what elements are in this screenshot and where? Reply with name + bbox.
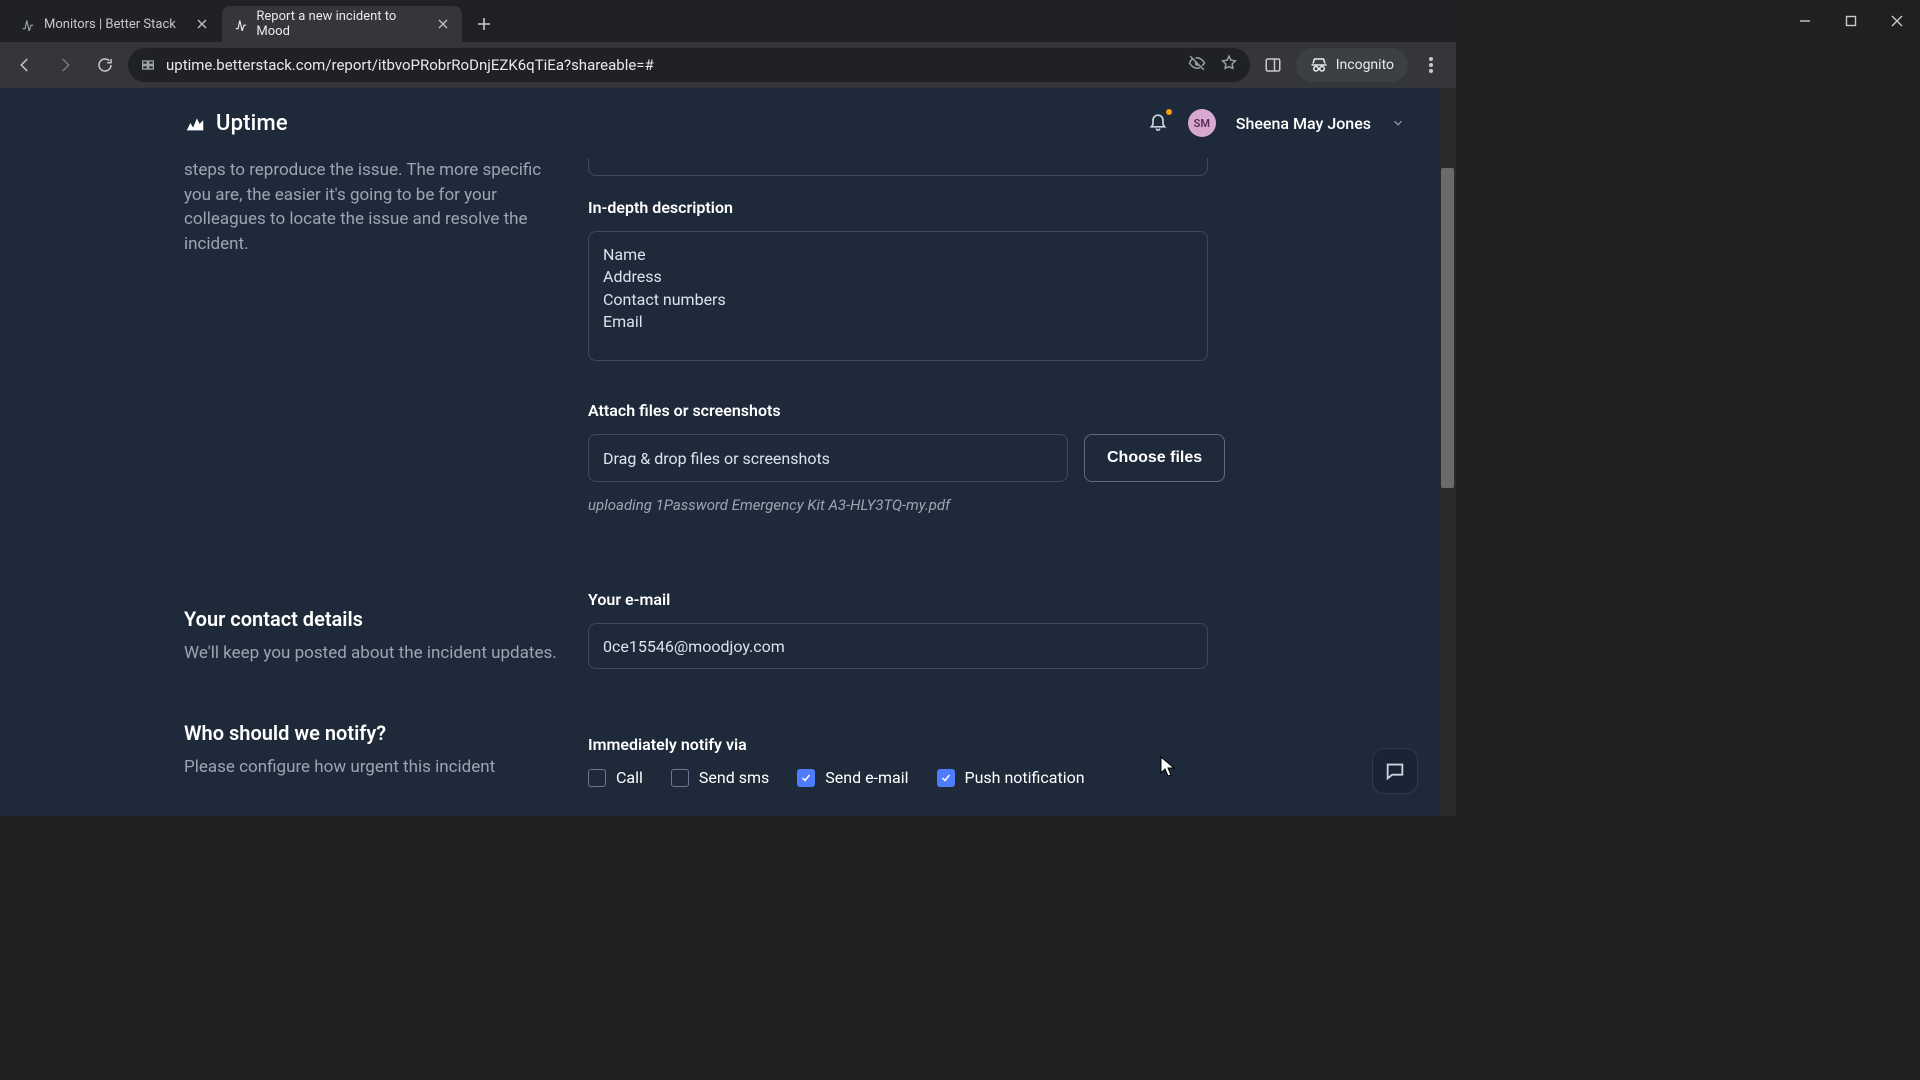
- incognito-chip[interactable]: Incognito: [1296, 48, 1408, 82]
- window-controls: [1782, 0, 1920, 42]
- notifications-button[interactable]: [1148, 111, 1168, 135]
- minimize-button[interactable]: [1782, 0, 1828, 42]
- choose-files-button[interactable]: Choose files: [1084, 434, 1225, 482]
- description-help-text: steps to reproduce the issue. The more s…: [184, 158, 564, 257]
- vertical-scrollbar[interactable]: [1439, 88, 1456, 816]
- checkbox-icon: [797, 769, 815, 787]
- description-textarea[interactable]: [588, 231, 1208, 361]
- app-viewport: Uptime SM Sheena May Jones steps to repr…: [0, 88, 1456, 816]
- checkbox-call[interactable]: Call: [588, 768, 643, 787]
- checkbox-push[interactable]: Push notification: [937, 768, 1085, 787]
- tab-report-incident[interactable]: Report a new incident to Mood: [222, 6, 462, 42]
- checkbox-sms[interactable]: Send sms: [671, 768, 769, 787]
- tab-title: Report a new incident to Mood: [256, 9, 417, 39]
- email-label: Your e-mail: [588, 590, 1288, 609]
- attach-label: Attach files or screenshots: [588, 401, 1288, 420]
- chevron-down-icon[interactable]: [1391, 116, 1405, 130]
- incognito-label: Incognito: [1336, 57, 1394, 73]
- checkbox-label: Send sms: [699, 768, 769, 787]
- checkbox-email[interactable]: Send e-mail: [797, 768, 908, 787]
- browser-toolbar: uptime.betterstack.com/report/itbvoPRobr…: [0, 42, 1456, 88]
- checkbox-label: Send e-mail: [825, 768, 908, 787]
- uploading-status: uploading 1Password Emergency Kit A3-HLY…: [588, 496, 1288, 514]
- close-icon[interactable]: [194, 16, 210, 32]
- browser-menu-button[interactable]: [1414, 48, 1448, 82]
- notify-options: Call Send sms Send e-mail Push notificat…: [588, 768, 1288, 787]
- new-tab-button[interactable]: [470, 10, 498, 38]
- user-name[interactable]: Sheena May Jones: [1236, 114, 1371, 133]
- email-value: 0ce15546@moodjoy.com: [603, 637, 785, 656]
- side-panel-icon[interactable]: [1256, 48, 1290, 82]
- checkbox-icon: [588, 769, 606, 787]
- star-icon[interactable]: [1220, 54, 1238, 76]
- browser-chrome: Monitors | Better Stack Report a new inc…: [0, 0, 1456, 88]
- notify-section-title: Who should we notify?: [184, 721, 564, 745]
- site-info-icon[interactable]: [140, 57, 156, 73]
- favicon-icon: [20, 16, 36, 32]
- logo-icon: [184, 112, 206, 134]
- scrollbar-thumb[interactable]: [1441, 168, 1454, 488]
- reload-button[interactable]: [88, 48, 122, 82]
- support-chat-button[interactable]: [1372, 748, 1418, 794]
- checkbox-icon: [937, 769, 955, 787]
- email-field[interactable]: 0ce15546@moodjoy.com: [588, 623, 1208, 669]
- checkbox-label: Call: [616, 768, 643, 787]
- file-dropzone[interactable]: Drag & drop files or screenshots: [588, 434, 1068, 482]
- notify-help-text: Please configure how urgent this inciden…: [184, 755, 564, 780]
- forward-button[interactable]: [48, 48, 82, 82]
- url-text: uptime.betterstack.com/report/itbvoPRobr…: [166, 56, 654, 74]
- close-icon[interactable]: [435, 16, 450, 32]
- chat-icon: [1384, 760, 1406, 782]
- back-button[interactable]: [8, 48, 42, 82]
- description-label: In-depth description: [588, 198, 1288, 217]
- address-bar[interactable]: uptime.betterstack.com/report/itbvoPRobr…: [128, 48, 1250, 82]
- previous-input-edge[interactable]: [588, 158, 1208, 176]
- avatar[interactable]: SM: [1188, 109, 1216, 137]
- dropzone-text: Drag & drop files or screenshots: [603, 449, 830, 468]
- tab-title: Monitors | Better Stack: [44, 17, 176, 32]
- tab-monitors[interactable]: Monitors | Better Stack: [8, 6, 222, 42]
- checkbox-label: Push notification: [965, 768, 1085, 787]
- notification-dot-icon: [1164, 107, 1174, 117]
- notify-via-label: Immediately notify via: [588, 735, 1288, 754]
- tab-strip: Monitors | Better Stack Report a new inc…: [0, 0, 1456, 42]
- checkbox-icon: [671, 769, 689, 787]
- brand-name: Uptime: [216, 111, 288, 136]
- brand[interactable]: Uptime: [184, 111, 288, 136]
- contact-section-title: Your contact details: [184, 607, 564, 631]
- incognito-icon: [1310, 56, 1328, 74]
- maximize-button[interactable]: [1828, 0, 1874, 42]
- contact-help-text: We'll keep you posted about the incident…: [184, 641, 564, 666]
- close-window-button[interactable]: [1874, 0, 1920, 42]
- favicon-icon: [234, 16, 249, 32]
- eye-off-icon[interactable]: [1188, 54, 1206, 76]
- app-header: Uptime SM Sheena May Jones: [0, 88, 1439, 158]
